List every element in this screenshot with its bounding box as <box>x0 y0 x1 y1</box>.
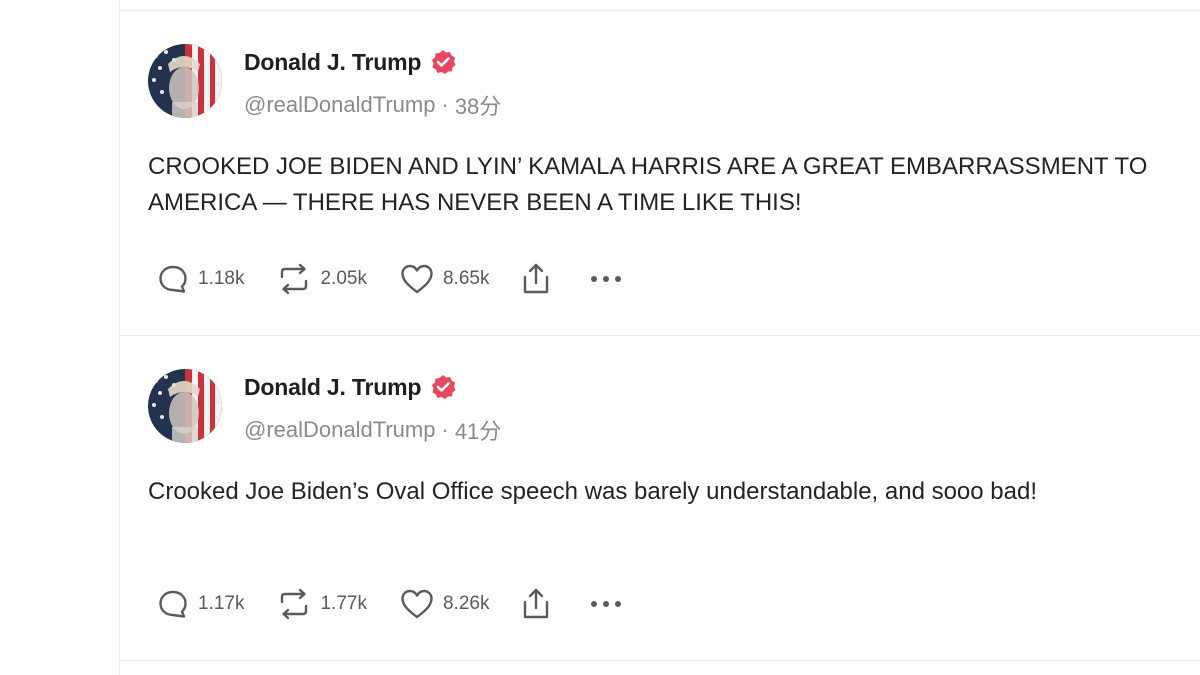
post-action-bar: 1.17k 1.77k 8.26k <box>156 584 623 624</box>
retruth-count: 1.77k <box>320 593 367 614</box>
avatar[interactable] <box>148 369 222 443</box>
heart-icon <box>399 262 435 296</box>
reply-count: 1.17k <box>198 593 245 614</box>
post-card[interactable]: Donald J. Trump @realDonaldTrump · 38分 C… <box>120 11 1200 336</box>
more-options-button[interactable] <box>589 598 623 610</box>
heart-icon <box>399 587 435 621</box>
author-display-name[interactable]: Donald J. Trump <box>244 49 421 76</box>
author-handle-row: @realDonaldTrump · 38分 <box>244 89 501 121</box>
retruth-button[interactable]: 2.05k <box>276 262 367 296</box>
more-dots-icon <box>589 273 623 285</box>
time-separator: · <box>441 417 449 442</box>
more-options-button[interactable] <box>589 273 623 285</box>
verified-badge-icon <box>429 373 457 401</box>
more-dots-icon <box>589 598 623 610</box>
share-button[interactable] <box>519 586 553 622</box>
share-icon <box>519 586 553 622</box>
reply-button[interactable]: 1.17k <box>156 587 244 621</box>
verified-badge-icon <box>429 48 457 76</box>
retruth-arrows-icon <box>276 262 312 296</box>
post-action-bar: 1.18k 2.05k 8.65k <box>156 259 623 299</box>
avatar[interactable] <box>148 44 222 118</box>
timeline-feed: Donald J. Trump @realDonaldTrump · 38分 C… <box>119 0 1200 675</box>
retruth-button[interactable]: 1.77k <box>276 587 367 621</box>
post-body-text: Crooked Joe Biden’s Oval Office speech w… <box>148 478 1038 505</box>
reply-bubble-icon <box>156 587 190 621</box>
retruth-arrows-icon <box>276 587 312 621</box>
share-button[interactable] <box>519 261 553 297</box>
post-timestamp[interactable]: 38分 <box>455 89 501 121</box>
author-display-name[interactable]: Donald J. Trump <box>244 374 421 401</box>
retruth-count: 2.05k <box>320 268 367 289</box>
post-card[interactable]: Donald J. Trump @realDonaldTrump · 41分 C… <box>120 336 1200 661</box>
author-handle[interactable]: @realDonaldTrump <box>244 417 435 443</box>
like-button[interactable]: 8.65k <box>399 262 489 296</box>
reply-count: 1.18k <box>198 268 245 289</box>
author-handle[interactable]: @realDonaldTrump <box>244 92 435 118</box>
author-name-row: Donald J. Trump <box>244 372 457 402</box>
post-timestamp[interactable]: 41分 <box>455 414 501 446</box>
post-body-text: CROOKED JOE BIDEN AND LYIN’ KAMALA HARRI… <box>148 153 1148 216</box>
like-count: 8.26k <box>442 593 490 614</box>
reply-button[interactable]: 1.18k <box>156 262 244 296</box>
author-name-row: Donald J. Trump <box>244 47 457 77</box>
time-separator: · <box>441 92 449 117</box>
like-count: 8.65k <box>442 268 490 289</box>
share-icon <box>519 261 553 297</box>
like-button[interactable]: 8.26k <box>399 587 489 621</box>
author-handle-row: @realDonaldTrump · 41分 <box>244 414 501 446</box>
reply-bubble-icon <box>156 262 190 296</box>
